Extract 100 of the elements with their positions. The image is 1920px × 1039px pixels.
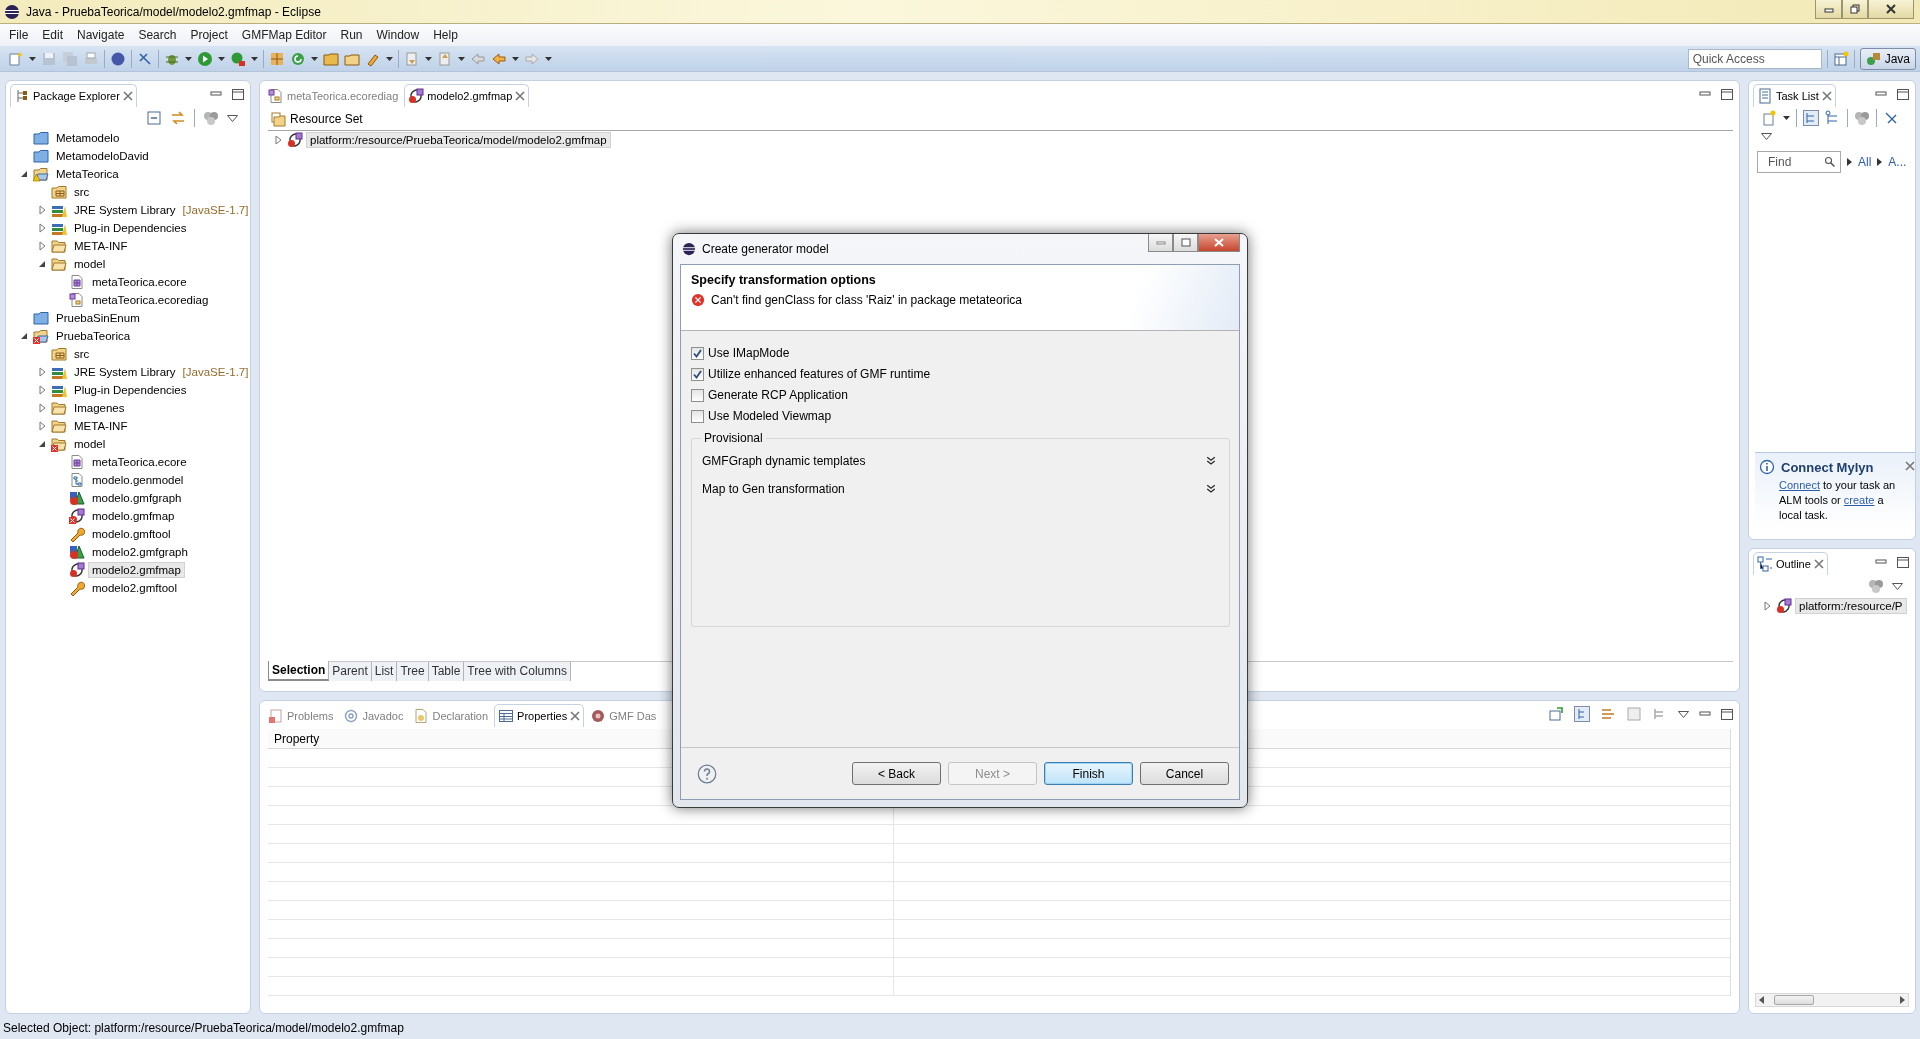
- text-link[interactable]: create: [1843, 494, 1875, 506]
- page-tab[interactable]: Parent: [329, 662, 372, 681]
- double-chevron-icon[interactable]: [1205, 483, 1217, 495]
- minimize-icon[interactable]: [1875, 89, 1887, 99]
- close-icon[interactable]: [1821, 91, 1832, 101]
- refresh-icon[interactable]: [290, 50, 306, 67]
- back-arrow-icon[interactable]: [491, 50, 507, 67]
- new-icon[interactable]: [8, 50, 24, 67]
- view-menu-icon[interactable]: [1761, 133, 1772, 140]
- tree-item[interactable]: modelo.gmfmap: [88, 508, 179, 524]
- tree-item[interactable]: metaTeorica.ecore: [88, 274, 191, 290]
- view-menu-icon[interactable]: [1678, 710, 1689, 718]
- view-tab[interactable]: GMF Das: [586, 704, 661, 727]
- close-button[interactable]: [1868, 0, 1914, 19]
- maximize-icon[interactable]: [1721, 708, 1733, 720]
- minimize-icon[interactable]: [1699, 89, 1711, 99]
- menu-item[interactable]: Run: [333, 28, 370, 42]
- view-tab[interactable]: Outline: [1753, 552, 1828, 575]
- maximize-icon[interactable]: [1721, 88, 1733, 100]
- tree-item[interactable]: modelo.gmftool: [88, 526, 175, 542]
- balls-icon[interactable]: [1854, 111, 1870, 125]
- tree-item[interactable]: Metamodelo: [52, 130, 124, 146]
- pin-view-icon[interactable]: [1548, 706, 1564, 722]
- menu-item[interactable]: Help: [426, 28, 465, 42]
- view-tab[interactable]: Properties: [494, 704, 585, 727]
- open-perspective-icon[interactable]: [1832, 50, 1849, 67]
- tree-item[interactable]: src: [70, 346, 94, 362]
- close-button[interactable]: [1198, 234, 1240, 252]
- menu-item[interactable]: File: [2, 28, 36, 42]
- menu-item[interactable]: Search: [131, 28, 184, 42]
- view-tab[interactable]: Declaration: [409, 704, 493, 727]
- caret-icon[interactable]: [545, 56, 552, 61]
- tree-item[interactable]: Imagenes: [70, 400, 129, 416]
- view-menu-icon[interactable]: [1892, 582, 1903, 590]
- text-link[interactable]: Connect: [1779, 479, 1820, 491]
- maximize-icon[interactable]: [1897, 556, 1909, 568]
- scroll-right-icon[interactable]: [1900, 996, 1905, 1004]
- cross-icon[interactable]: [1883, 110, 1899, 126]
- caret-icon[interactable]: [512, 56, 519, 61]
- view-tab[interactable]: Javadoc: [339, 704, 408, 727]
- tree-item[interactable]: JRE System Library: [70, 202, 180, 218]
- tree-item[interactable]: META-INF: [70, 238, 132, 254]
- page-tab[interactable]: Tree: [397, 662, 429, 681]
- page-tab[interactable]: Tree with Columns: [464, 662, 571, 681]
- tree-item[interactable]: model: [70, 256, 110, 272]
- page-tab[interactable]: Selection: [268, 661, 330, 681]
- editor-tab[interactable]: metaTeorica.ecorediag: [264, 84, 403, 107]
- collapse-all-icon[interactable]: [146, 110, 162, 126]
- minimize-icon[interactable]: [210, 89, 222, 99]
- filter-link[interactable]: A...: [1888, 155, 1907, 169]
- tree-item[interactable]: MetaTeorica: [52, 166, 123, 182]
- caret-icon[interactable]: [311, 56, 318, 61]
- tree-item[interactable]: model: [70, 436, 110, 452]
- checkbox[interactable]: [691, 388, 704, 402]
- page-tab[interactable]: List: [371, 662, 398, 681]
- tree-item[interactable]: metaTeorica.ecore: [88, 454, 191, 470]
- restore-button[interactable]: [1842, 0, 1868, 19]
- caret-icon[interactable]: [1783, 116, 1790, 120]
- find-field[interactable]: Find: [1757, 151, 1841, 173]
- caret-icon[interactable]: [29, 56, 36, 61]
- page-tab[interactable]: Table: [428, 662, 465, 681]
- checkbox[interactable]: [691, 367, 704, 381]
- link-arrows-icon[interactable]: [170, 110, 186, 126]
- tree-item[interactable]: platform:/resource/PruebaTeorica/model/modelo2.gmfmap: [306, 132, 611, 148]
- tree-item[interactable]: platform:/resource/P: [1795, 598, 1907, 614]
- tree-item[interactable]: src: [70, 184, 94, 200]
- caret-icon[interactable]: [218, 56, 225, 61]
- tree-item[interactable]: PruebaTeorica: [52, 328, 135, 344]
- section-header[interactable]: GMFGraph dynamic templates: [700, 447, 1221, 475]
- tree-item[interactable]: modelo.genmodel: [88, 472, 188, 488]
- maximize-button[interactable]: [1173, 234, 1198, 252]
- help-icon[interactable]: [697, 763, 717, 784]
- checkbox[interactable]: [691, 409, 704, 423]
- minimize-button[interactable]: [1815, 0, 1842, 19]
- menu-item[interactable]: GMFMap Editor: [234, 28, 334, 42]
- balls-icon[interactable]: [1868, 579, 1884, 593]
- dialog-button[interactable]: < Back: [852, 762, 941, 785]
- close-icon[interactable]: [1905, 461, 1915, 471]
- minimize-icon[interactable]: [1875, 557, 1887, 567]
- tree-item[interactable]: Plug-in Dependencies: [70, 382, 191, 398]
- caret-icon[interactable]: [386, 56, 393, 61]
- caret-icon[interactable]: [425, 56, 432, 61]
- run-icon[interactable]: [197, 50, 213, 67]
- maximize-icon[interactable]: [232, 88, 244, 100]
- tree-item[interactable]: Plug-in Dependencies: [70, 220, 191, 236]
- tree-item[interactable]: PruebaSinEnum: [52, 310, 144, 326]
- tree-item[interactable]: metaTeorica.ecorediag: [88, 292, 213, 308]
- balls-icon[interactable]: [203, 111, 219, 125]
- category-tree-icon[interactable]: [1803, 110, 1819, 126]
- close-icon[interactable]: [570, 711, 581, 721]
- tree-item[interactable]: modelo2.gmfmap: [88, 562, 185, 578]
- menu-item[interactable]: Window: [369, 28, 427, 42]
- perspective-button[interactable]: Java: [1859, 47, 1916, 70]
- previous-icon[interactable]: [437, 50, 453, 67]
- caret-icon[interactable]: [458, 56, 465, 61]
- dialog-button[interactable]: Cancel: [1140, 762, 1229, 785]
- menu-item[interactable]: Edit: [35, 28, 71, 42]
- view-tab[interactable]: Package Explorer: [10, 84, 137, 107]
- tree-item[interactable]: META-INF: [70, 418, 132, 434]
- menu-item[interactable]: Project: [183, 28, 235, 42]
